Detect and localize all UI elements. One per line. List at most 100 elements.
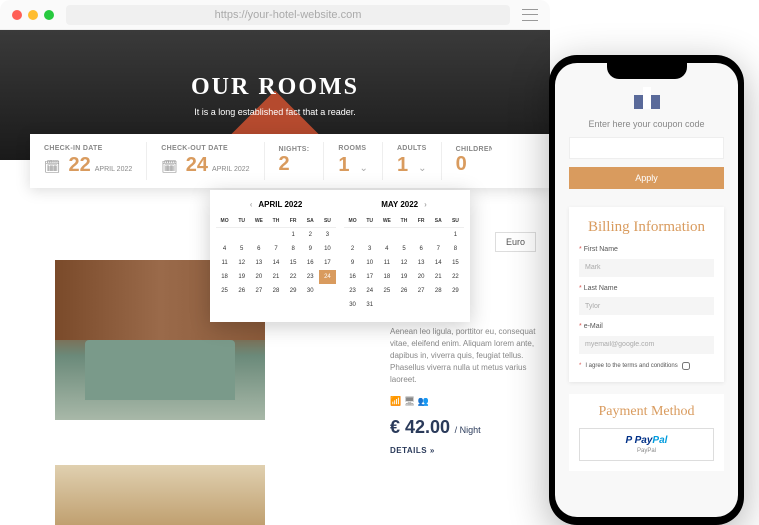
terms-checkbox-row[interactable]: *I agree to the terms and conditions <box>579 362 714 370</box>
calendar-day[interactable]: 1 <box>447 228 464 242</box>
calendar-day[interactable]: 13 <box>250 256 267 270</box>
calendar-day[interactable]: 12 <box>395 256 412 270</box>
calendar-icon: 🗓 <box>161 159 178 175</box>
calendar-day[interactable]: 20 <box>413 270 430 284</box>
calendar-day[interactable]: 23 <box>302 270 319 284</box>
payment-title: Payment Method <box>579 404 714 420</box>
calendar-day[interactable]: 13 <box>413 256 430 270</box>
calendar-day[interactable]: 15 <box>285 256 302 270</box>
children-field[interactable]: CHILDREN 0 <box>442 142 492 180</box>
lastname-input[interactable] <box>579 297 714 315</box>
firstname-input[interactable] <box>579 259 714 277</box>
calendar-day[interactable]: 24 <box>361 284 378 298</box>
currency-selector[interactable]: Euro <box>495 232 536 252</box>
calendar-day[interactable]: 8 <box>447 242 464 256</box>
calendar-day[interactable]: 27 <box>250 284 267 298</box>
calendar-day[interactable]: 10 <box>319 242 336 256</box>
chevron-down-icon: ⌄ <box>360 163 368 174</box>
coupon-input[interactable] <box>569 137 724 159</box>
calendar-day[interactable]: 4 <box>216 242 233 256</box>
calendar-day[interactable]: 23 <box>344 284 361 298</box>
prev-month-icon[interactable]: ‹ <box>250 200 253 209</box>
calendar-day[interactable]: 19 <box>395 270 412 284</box>
calendar-day[interactable]: 28 <box>430 284 447 298</box>
date-picker[interactable]: ‹APRIL 2022 MOTUWETHFRSASU12345678910111… <box>210 190 470 322</box>
email-label: * e-Mail <box>579 323 714 330</box>
rooms-field[interactable]: ROOMS 1⌄ <box>324 142 383 180</box>
terms-checkbox[interactable] <box>682 362 690 370</box>
room-amenity-icons: 📶 🖥 👥 <box>390 396 540 407</box>
calendar-day[interactable]: 8 <box>285 242 302 256</box>
calendar-day[interactable]: 26 <box>395 284 412 298</box>
calendar-day[interactable]: 21 <box>430 270 447 284</box>
booking-search-bar: CHECK-IN DATE 🗓22APRIL 2022 CHECK-OUT DA… <box>30 134 550 188</box>
calendar-day[interactable]: 5 <box>395 242 412 256</box>
calendar-day[interactable]: 24 <box>319 270 336 284</box>
apply-button[interactable]: Apply <box>569 167 724 189</box>
calendar-day[interactable]: 7 <box>430 242 447 256</box>
calendar-day[interactable]: 30 <box>302 284 319 298</box>
calendar-day[interactable]: 30 <box>344 298 361 312</box>
room-price: € 42.00 / Night <box>390 417 540 438</box>
calendar-day[interactable]: 9 <box>344 256 361 270</box>
calendar-day[interactable]: 19 <box>233 270 250 284</box>
calendar-day[interactable]: 22 <box>285 270 302 284</box>
calendar-day[interactable]: 31 <box>361 298 378 312</box>
calendar-day[interactable]: 11 <box>378 256 395 270</box>
calendar-day[interactable]: 21 <box>267 270 284 284</box>
checkout-field[interactable]: CHECK-OUT DATE 🗓24APRIL 2022 <box>147 142 264 180</box>
window-controls[interactable] <box>12 10 54 20</box>
calendar-day[interactable]: 12 <box>233 256 250 270</box>
calendar-day[interactable]: 28 <box>267 284 284 298</box>
adults-field[interactable]: ADULTS 1⌄ <box>383 142 442 180</box>
email-input[interactable] <box>579 336 714 354</box>
gift-icon <box>634 87 660 109</box>
calendar-day[interactable]: 25 <box>378 284 395 298</box>
mobile-preview: Enter here your coupon code Apply Billin… <box>549 55 744 525</box>
calendar-day[interactable]: 6 <box>250 242 267 256</box>
calendar-day[interactable]: 20 <box>250 270 267 284</box>
checkin-field[interactable]: CHECK-IN DATE 🗓22APRIL 2022 <box>30 142 147 180</box>
close-dot[interactable] <box>12 10 22 20</box>
calendar-day[interactable]: 17 <box>319 256 336 270</box>
calendar-day[interactable]: 16 <box>302 256 319 270</box>
calendar-day[interactable]: 1 <box>285 228 302 242</box>
maximize-dot[interactable] <box>44 10 54 20</box>
calendar-day[interactable]: 14 <box>430 256 447 270</box>
calendar-day[interactable]: 3 <box>361 242 378 256</box>
billing-card: Billing Information * First Name * Last … <box>569 207 724 382</box>
calendar-day[interactable]: 11 <box>216 256 233 270</box>
calendar-day[interactable]: 14 <box>267 256 284 270</box>
paypal-option[interactable]: P PayPal PayPal <box>579 428 714 461</box>
calendar-day[interactable]: 5 <box>233 242 250 256</box>
url-bar[interactable]: https://your-hotel-website.com <box>66 5 510 25</box>
calendar-icon: 🗓 <box>44 159 61 175</box>
calendar-day[interactable]: 18 <box>216 270 233 284</box>
calendar-day[interactable]: 6 <box>413 242 430 256</box>
payment-card: Payment Method P PayPal PayPal <box>569 394 724 471</box>
calendar-day[interactable]: 9 <box>302 242 319 256</box>
calendar-day[interactable]: 17 <box>361 270 378 284</box>
menu-icon[interactable] <box>522 9 538 21</box>
calendar-day[interactable]: 2 <box>302 228 319 242</box>
calendar-day[interactable]: 27 <box>413 284 430 298</box>
lastname-label: * Last Name <box>579 285 714 292</box>
calendar-day[interactable]: 25 <box>216 284 233 298</box>
firstname-label: * First Name <box>579 246 714 253</box>
calendar-day[interactable]: 3 <box>319 228 336 242</box>
calendar-day[interactable]: 16 <box>344 270 361 284</box>
calendar-day[interactable]: 29 <box>447 284 464 298</box>
calendar-day[interactable]: 26 <box>233 284 250 298</box>
calendar-day[interactable]: 10 <box>361 256 378 270</box>
minimize-dot[interactable] <box>28 10 38 20</box>
calendar-day[interactable]: 15 <box>447 256 464 270</box>
calendar-day[interactable]: 2 <box>344 242 361 256</box>
calendar-day[interactable]: 18 <box>378 270 395 284</box>
details-link[interactable]: DETAILS » <box>390 446 540 455</box>
calendar-month-april: ‹APRIL 2022 MOTUWETHFRSASU12345678910111… <box>216 200 336 312</box>
calendar-day[interactable]: 7 <box>267 242 284 256</box>
calendar-day[interactable]: 4 <box>378 242 395 256</box>
calendar-day[interactable]: 22 <box>447 270 464 284</box>
calendar-day[interactable]: 29 <box>285 284 302 298</box>
next-month-icon[interactable]: › <box>424 200 427 209</box>
